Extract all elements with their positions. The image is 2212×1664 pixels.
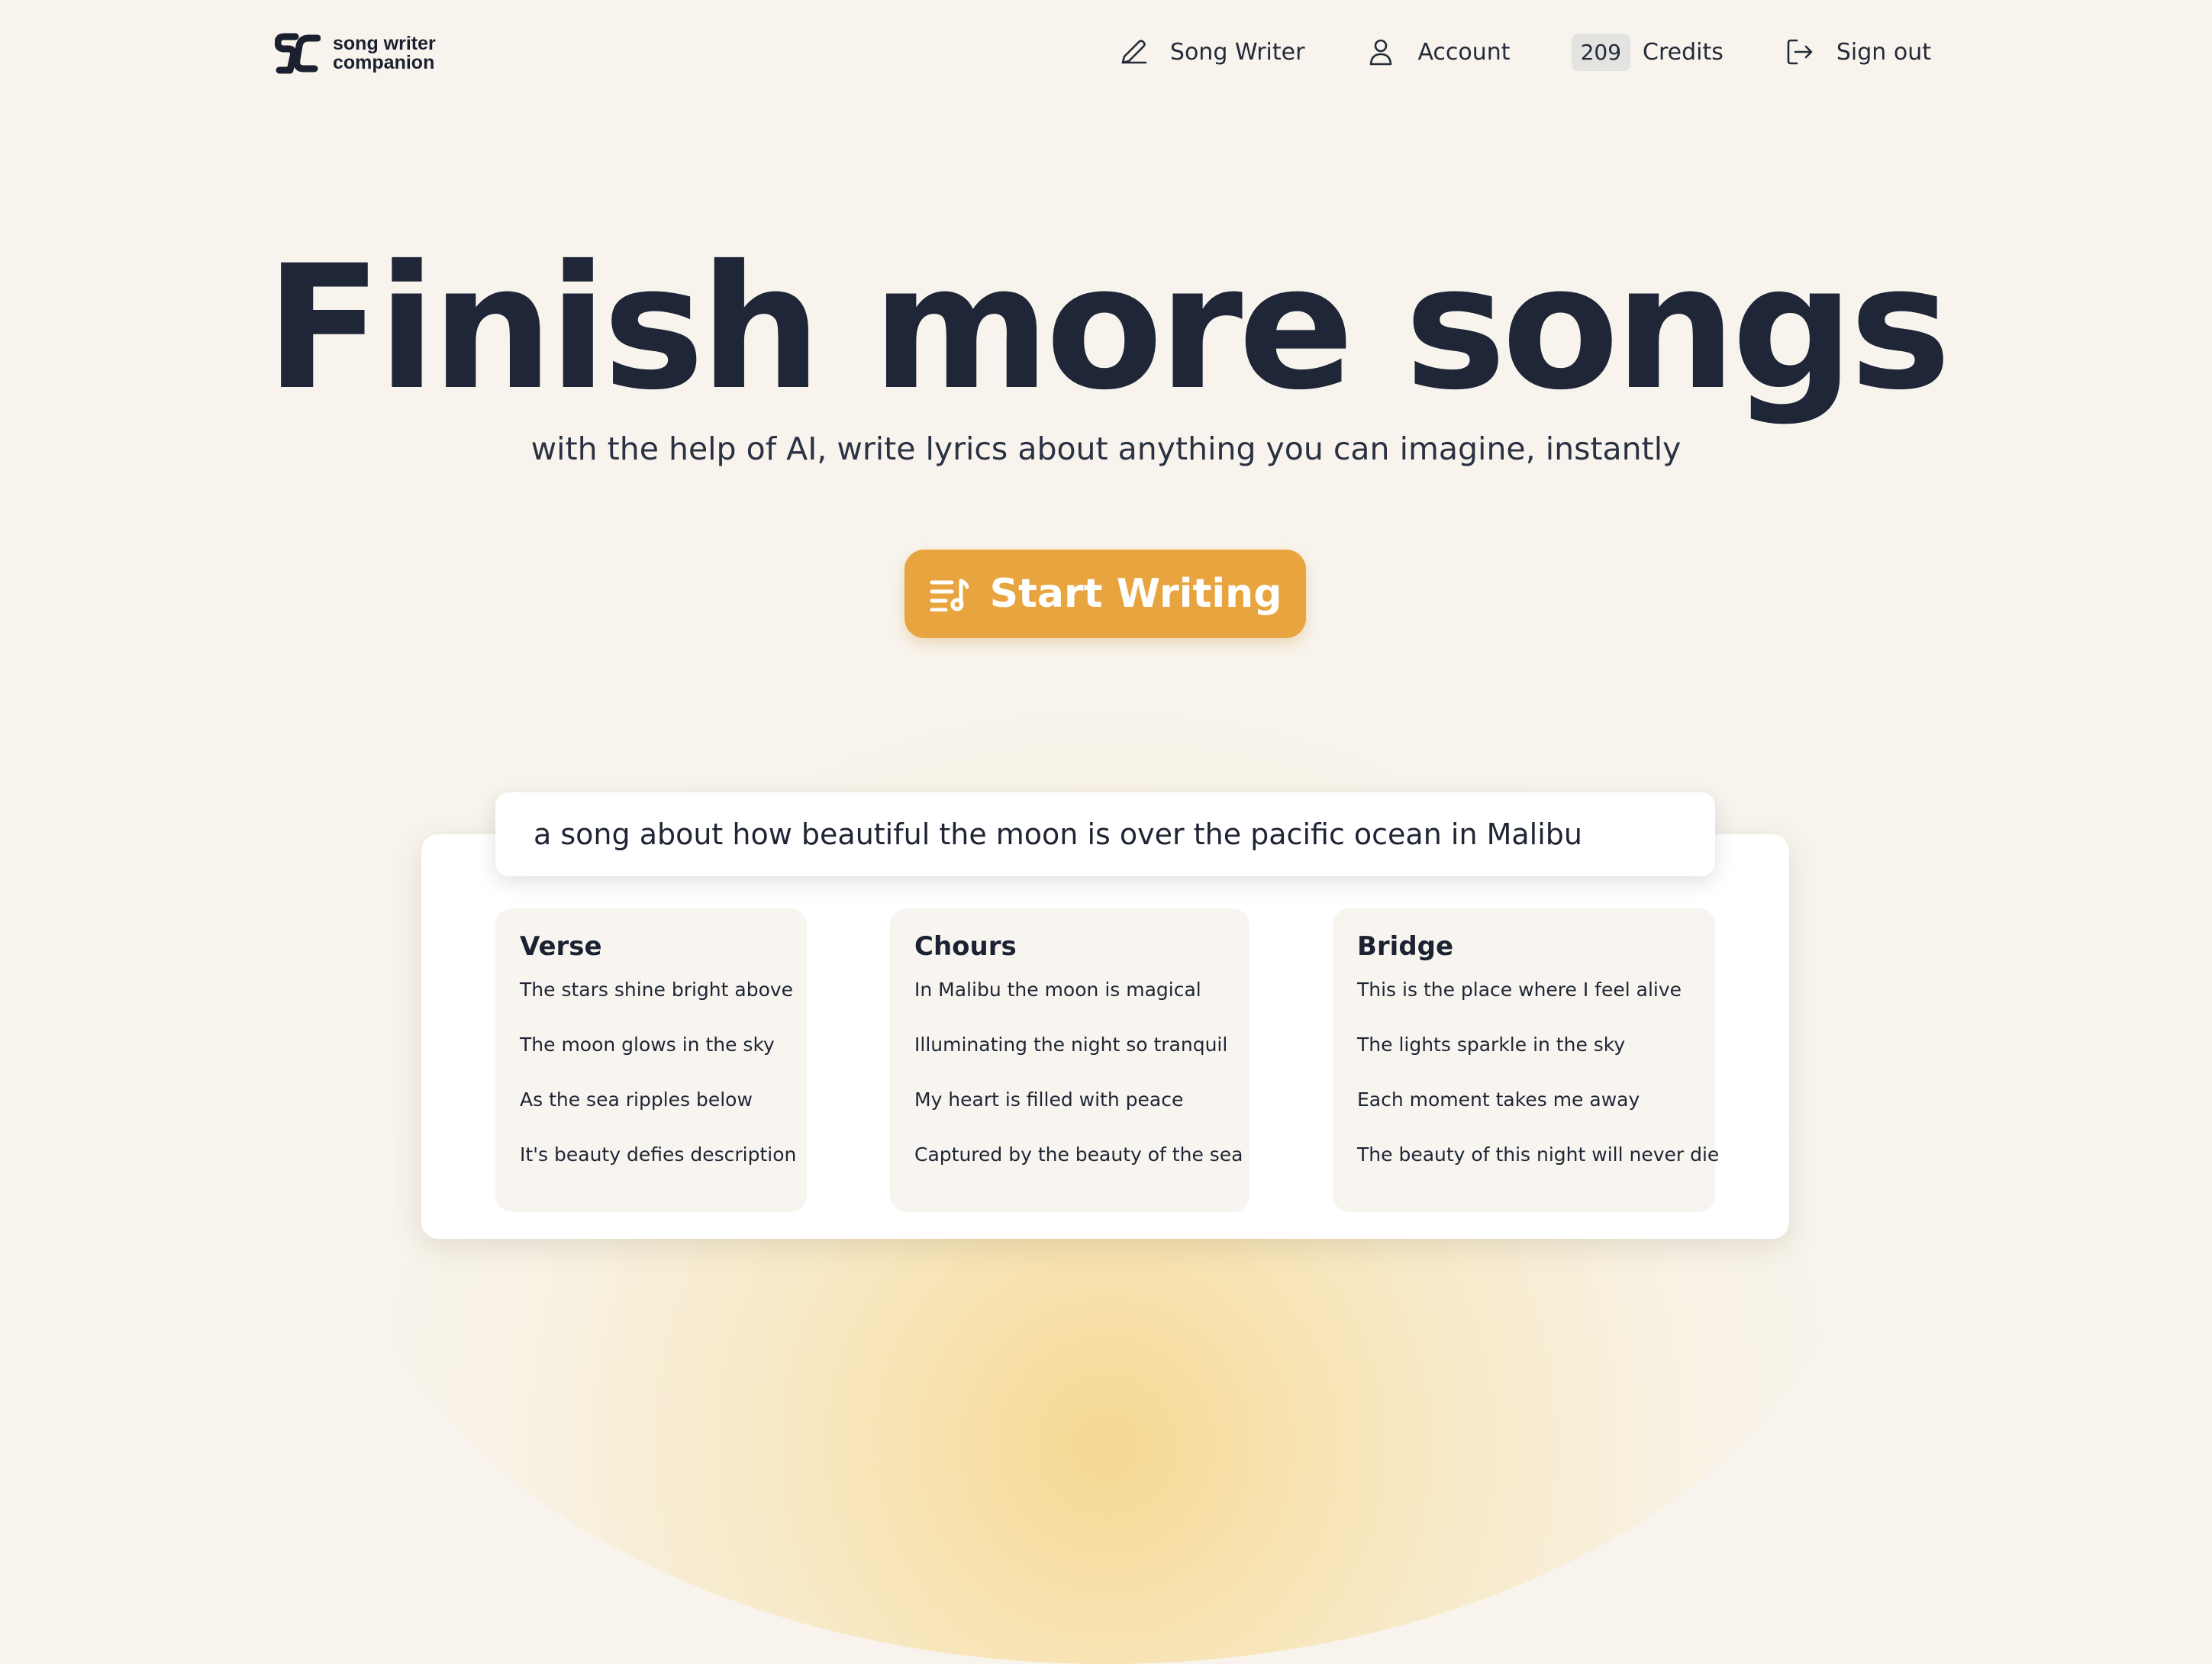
hero-title: Finish more songs [265,228,1952,427]
sign-out-icon [1787,39,1813,65]
lyric-line: As the sea ripples below [520,1088,753,1111]
lyric-line: The moon glows in the sky [520,1034,775,1056]
top-navigation: song writer companion Song Writer Accoun… [0,0,2212,107]
playlist-music-icon [930,579,969,611]
lyric-line: It's beauty defies description [520,1143,797,1166]
sc-monogram-logo-icon [275,33,321,74]
nav-sign-out-label: Sign out [1836,38,1931,66]
brand-line-1: song writer [333,33,436,54]
nav-sign-out[interactable]: Sign out [1785,37,1931,67]
nav-account[interactable]: Account [1366,37,1511,67]
nav-account-label: Account [1417,38,1511,66]
brand-line-2: companion [333,52,435,73]
nav-credits-label: Credits [1643,38,1723,66]
nav-song-writer[interactable]: Song Writer [1118,37,1305,67]
brand-name: song writer companion [333,34,436,73]
nav-credits[interactable]: 209 Credits [1571,33,1723,71]
credits-count-badge: 209 [1571,33,1631,71]
nav-song-writer-label: Song Writer [1169,38,1305,66]
nav-menu: Song Writer Account 209 Credits Sign out [1118,31,1931,73]
start-writing-button[interactable]: Start Writing [904,550,1306,638]
lyric-line: The beauty of this night will never die [1357,1143,1720,1166]
lyric-line: Each moment takes me away [1357,1088,1640,1111]
pencil-icon [1121,40,1147,64]
lyric-line: Captured by the beauty of the sea [914,1143,1243,1166]
user-icon [1370,39,1392,66]
song-prompt-input[interactable]: a song about how beautiful the moon is o… [495,792,1715,876]
start-writing-label: Start Writing [989,571,1282,617]
lyric-line: My heart is filled with peace [914,1088,1184,1111]
lyric-line: The stars shine bright above [520,979,794,1001]
lyrics-section-bridge: Bridge This is the place where I feel al… [1333,908,1720,1212]
lyric-line: In Malibu the moon is magical [914,979,1201,1001]
hero-subtitle: with the help of AI, write lyrics about … [530,431,1682,467]
lyrics-section-verse: Verse The stars shine bright above The m… [495,908,807,1212]
lyric-line: The lights sparkle in the sky [1357,1034,1626,1056]
song-prompt-text: a song about how beautiful the moon is o… [534,817,1582,851]
brand-logo[interactable]: song writer companion [275,31,436,76]
section-title-bridge: Bridge [1357,931,1454,962]
lyric-line: This is the place where I feel alive [1357,979,1682,1001]
lyrics-section-chorus: Chours In Malibu the moon is magical Ill… [890,908,1249,1212]
lyric-line: Illuminating the night so tranquil [914,1034,1228,1056]
section-title-verse: Verse [520,931,602,962]
section-title-chorus: Chours [914,931,1017,962]
